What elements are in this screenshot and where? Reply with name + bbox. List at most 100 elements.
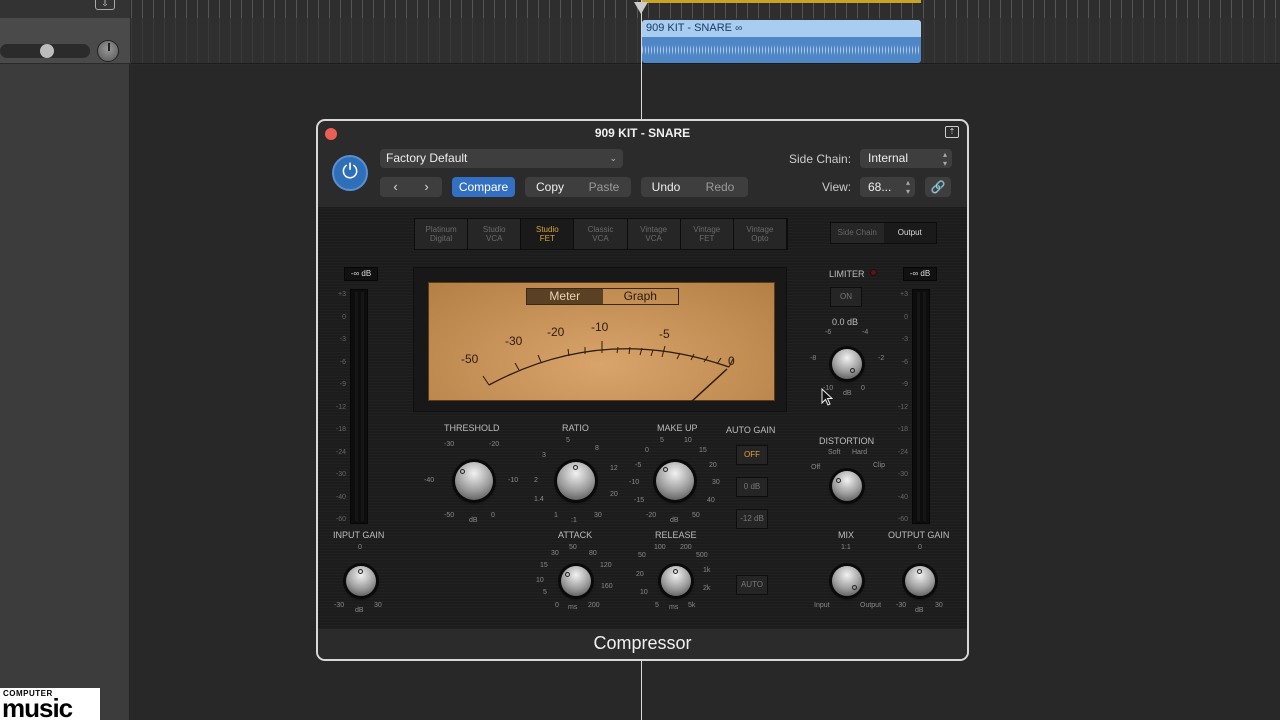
makeup-knob[interactable] <box>656 462 694 500</box>
model-tab-text: Vintage <box>746 225 774 234</box>
model-tab-text: Classic <box>587 225 614 234</box>
level-bar <box>355 292 358 521</box>
knob-scale-tick: 10 <box>536 577 544 584</box>
auto-release-button[interactable]: AUTO <box>736 575 768 595</box>
model-tab-studio-fet[interactable]: Studio FET <box>521 219 575 249</box>
knob-scale-tick: 8 <box>595 445 599 452</box>
vu-tick-label: -20 <box>547 325 565 339</box>
model-tab-platinum-digital[interactable]: Platinum Digital <box>415 219 469 249</box>
auto-gain-off-button[interactable]: OFF <box>736 445 768 465</box>
knob-indicator <box>460 469 465 474</box>
side-chain-select[interactable]: Internal ▴ ▾ <box>860 149 952 168</box>
graph-tab[interactable]: Graph <box>603 289 679 304</box>
level-scale-tick: 0 <box>342 313 346 321</box>
track-header-panel <box>0 0 130 720</box>
release-knob[interactable] <box>661 566 691 596</box>
model-tab-text: Studio <box>482 225 506 234</box>
mix-knob[interactable] <box>832 566 862 596</box>
title-bar[interactable]: 909 KIT - SNARE ⇡ <box>318 121 967 145</box>
up-down-icon: ▴ ▾ <box>905 178 910 196</box>
ratio-knob[interactable] <box>557 462 595 500</box>
model-tab-classic-vca[interactable]: Classic VCA <box>574 219 628 249</box>
knob-indicator <box>663 467 668 472</box>
model-tab-studio-vca[interactable]: Studio VCA <box>468 219 522 249</box>
track-volume-slider-handle[interactable] <box>40 44 54 58</box>
limiter-led <box>870 269 877 276</box>
output-level-readout: -∞ dB <box>903 267 937 281</box>
level-scale-tick: -60 <box>335 516 346 523</box>
meter-tab[interactable]: Meter <box>527 289 603 304</box>
knob-indicator <box>573 465 578 470</box>
compare-button[interactable]: Compare <box>452 177 515 197</box>
vu-needle <box>690 368 728 402</box>
knob-scale-tick: -30 <box>444 441 455 448</box>
compressor-panel: Platinum Digital Studio VCA Studio FET Clas… <box>318 207 967 629</box>
audio-region[interactable]: 909 KIT - SNARE ∞ <box>642 20 921 63</box>
level-scale-tick: -40 <box>897 493 908 501</box>
distortion-knob[interactable] <box>832 471 862 501</box>
model-tab-vintage-fet[interactable]: Vintage FET <box>680 219 734 249</box>
output-gain-knob[interactable] <box>905 566 935 596</box>
output-meter-tab[interactable]: Output <box>883 223 936 243</box>
expand-icon[interactable]: ⇡ <box>945 126 959 138</box>
knob-scale-tick: 0 <box>918 544 922 551</box>
cycle-range[interactable] <box>641 0 921 3</box>
level-scale-tick: -18 <box>897 426 908 433</box>
knob-scale-tick: :1 <box>571 517 577 524</box>
knob-scale-tick: ms <box>568 604 578 611</box>
knob-scale-tick: Output <box>860 602 882 609</box>
attack-knob[interactable] <box>561 566 591 596</box>
knob-scale-tick: -5 <box>635 462 642 469</box>
knob-scale-tick: 200 <box>588 602 600 609</box>
download-icon[interactable]: ⇩ <box>95 0 115 10</box>
plugin-window: 909 KIT - SNARE ⇡ ⏻ Factory Default ⌄ ‹ … <box>316 119 969 661</box>
threshold-knob[interactable] <box>455 462 493 500</box>
level-bar <box>361 292 364 521</box>
knob-scale-tick: 200 <box>680 544 692 551</box>
model-tab-text: FET <box>539 234 555 243</box>
view-select[interactable]: 68... ▴ ▾ <box>860 177 915 197</box>
knob-scale-tick: 160 <box>601 583 613 590</box>
paste-button[interactable]: Paste <box>577 177 631 197</box>
knob-scale-tick: 50 <box>638 552 646 559</box>
limiter-threshold-value: 0.0 dB <box>832 317 859 327</box>
preset-menu[interactable]: Factory Default ⌄ <box>380 149 623 168</box>
limiter-on-button[interactable]: ON <box>830 287 862 307</box>
model-tab-text: Digital <box>429 234 453 243</box>
input-level-meter <box>350 289 368 524</box>
knob-scale-tick: -20 <box>646 512 657 519</box>
input-gain-knob[interactable] <box>346 566 376 596</box>
level-scale-tick: -3 <box>339 336 346 343</box>
model-tab-text: VCA <box>645 234 662 243</box>
model-tab-text: Platinum <box>425 225 457 234</box>
model-tab-vintage-opto[interactable]: Vintage Opto <box>733 219 787 249</box>
audio-region-header: 909 KIT - SNARE ∞ <box>642 20 921 37</box>
model-tab-vintage-vca[interactable]: Vintage VCA <box>627 219 681 249</box>
knob-scale-tick: 30 <box>712 479 720 486</box>
previous-preset-button[interactable]: ‹ <box>380 177 411 197</box>
knob-scale-tick: ms <box>669 604 679 611</box>
level-scale-tick: +3 <box>900 291 908 298</box>
copy-button[interactable]: Copy <box>525 177 575 197</box>
mix-label: MIX <box>838 530 855 540</box>
region-name: 909 KIT - SNARE <box>646 22 732 34</box>
level-scale-tick: -9 <box>339 381 346 388</box>
level-bar <box>917 292 920 521</box>
knob-scale-tick: 0 <box>358 544 362 551</box>
next-preset-button[interactable]: › <box>411 177 442 197</box>
auto-gain-0db-button[interactable]: 0 dB <box>736 477 768 497</box>
redo-button[interactable]: Redo <box>693 177 747 197</box>
knob-scale-tick: 5 <box>655 602 659 609</box>
level-scale-tick: -6 <box>901 358 908 366</box>
auto-gain-minus12db-button[interactable]: -12 dB <box>736 509 768 529</box>
power-button[interactable]: ⏻ <box>332 155 368 191</box>
link-button[interactable]: 🔗 <box>925 177 951 197</box>
playhead-handle[interactable] <box>634 2 648 14</box>
knob-scale-tick: 20 <box>709 462 717 469</box>
view-label: View: <box>822 180 852 194</box>
limiter-threshold-knob[interactable] <box>832 349 862 379</box>
side-chain-meter-tab[interactable]: Side Chain <box>831 223 884 243</box>
undo-button[interactable]: Undo <box>641 177 691 197</box>
knob-scale-tick: 15 <box>699 447 707 454</box>
track-pan-knob[interactable] <box>97 40 119 62</box>
